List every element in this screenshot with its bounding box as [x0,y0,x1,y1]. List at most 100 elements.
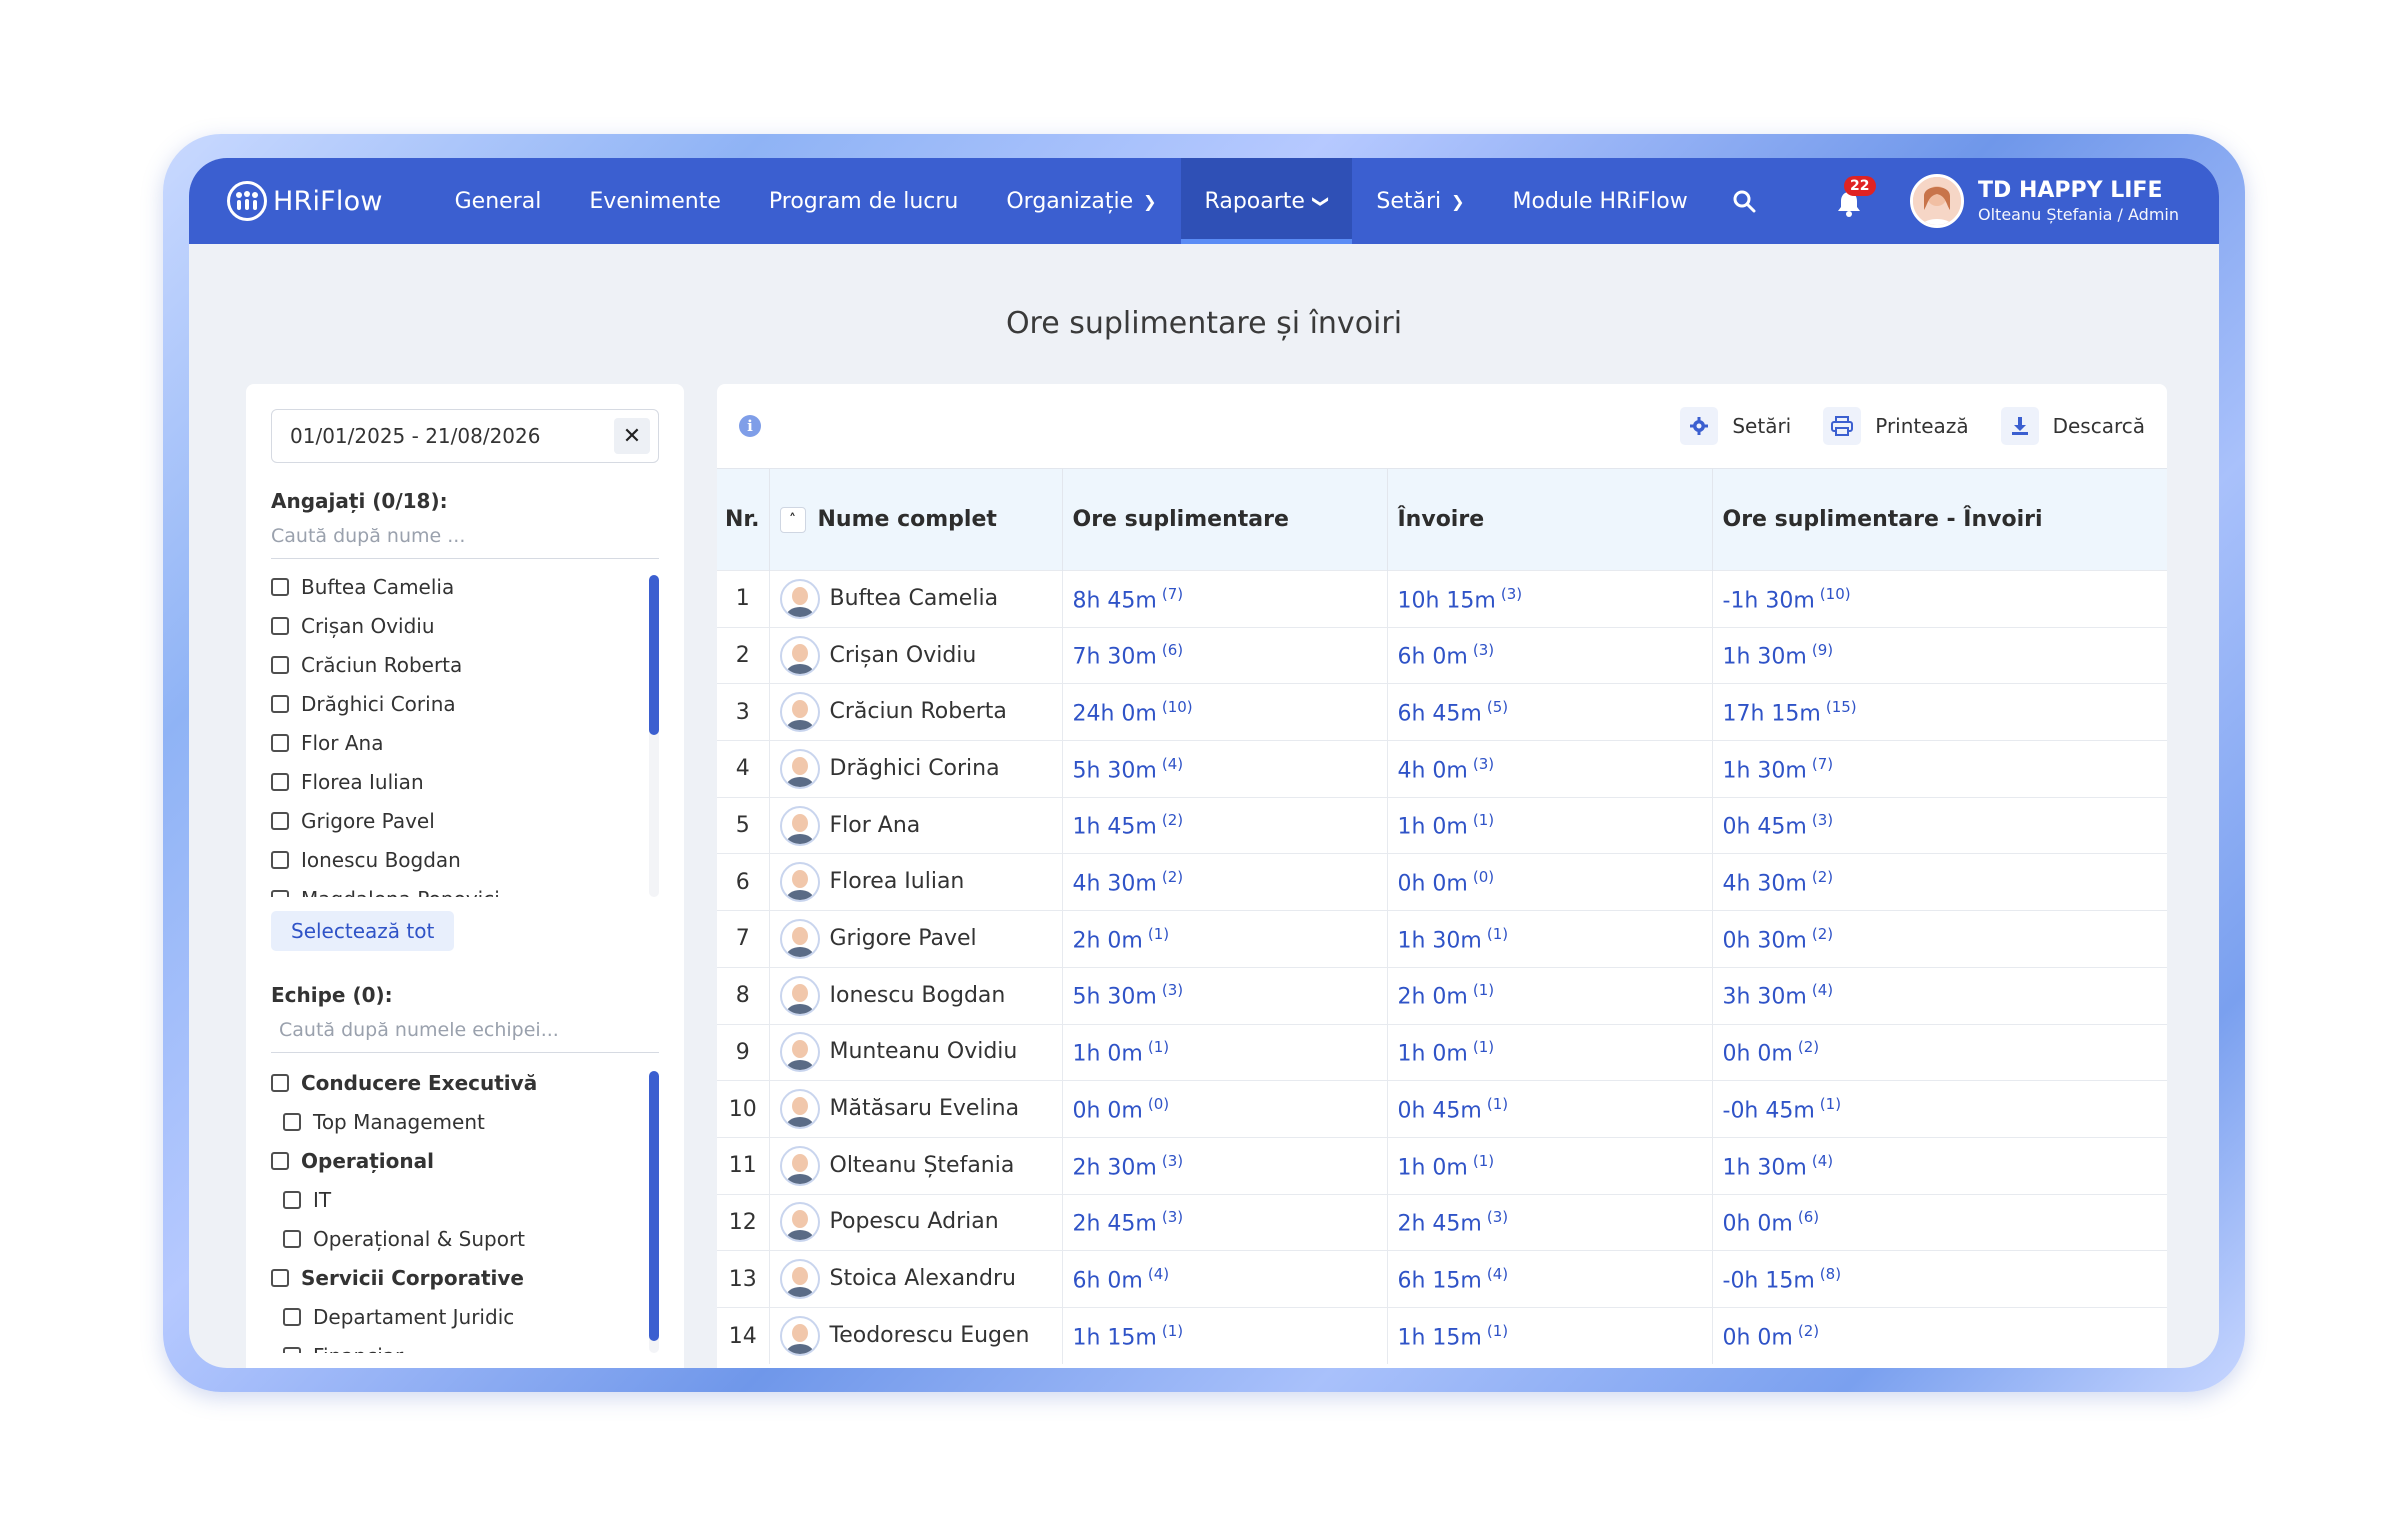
overtime-value[interactable]: 5h 30m [1073,985,1157,1010]
leave-value[interactable]: 2h 0m [1398,985,1468,1010]
table-row[interactable]: 9 Munteanu Ovidiu 1h 0m (1) 1h 0m (1) 0h 0m (2) [717,1024,2167,1081]
checkbox[interactable] [283,1190,301,1209]
print-button[interactable]: Printează [1823,407,1969,445]
employee-cell[interactable]: Mătăsaru Evelina [769,1080,1063,1138]
list-item[interactable]: Flor Ana [271,723,659,762]
difference-cell[interactable]: 17h 15m (15) [1712,684,2167,741]
difference-value[interactable]: 0h 0m [1723,1325,1793,1350]
table-row[interactable]: 13 Stoica Alexandru 6h 0m (4) 6h 15m (4) -0h 1… [717,1250,2167,1308]
nav-module-hriflow[interactable]: Module HRiFlow [1489,158,1712,244]
clear-date-button[interactable]: ✕ [614,418,650,454]
user-info[interactable]: TD HAPPY LIFE Olteanu Ștefania / Admin [1978,178,2179,224]
overtime-cell[interactable]: 24h 0m (10) [1062,683,1388,741]
employee-cell[interactable]: Florea Iulian [769,853,1063,911]
overtime-value[interactable]: 2h 0m [1073,928,1143,953]
leave-cell[interactable]: 1h 0m (1) [1387,797,1713,854]
checkbox[interactable] [271,850,289,869]
overtime-value[interactable]: 7h 30m [1073,645,1157,670]
list-item[interactable]: Operațional & Suport [271,1219,659,1258]
checkbox[interactable] [271,811,289,830]
difference-value[interactable]: 0h 0m [1723,1212,1793,1237]
nav-evenimente[interactable]: Evenimente [565,158,745,244]
scrollbar-thumb[interactable] [649,575,659,735]
difference-value[interactable]: 0h 0m [1723,1042,1793,1067]
difference-cell[interactable]: 0h 0m (2) [1712,1307,2167,1364]
checkbox[interactable] [271,655,289,674]
table-row[interactable]: 12 Popescu Adrian 2h 45m (3) 2h 45m (3) 0h 0m(… [717,1194,2167,1251]
list-item[interactable]: Conducere Executivă [271,1063,659,1102]
checkbox[interactable] [271,577,289,596]
difference-cell[interactable]: 1h 30m (7) [1712,741,2167,798]
notifications-bell-icon[interactable]: 22 [1836,176,1876,217]
difference-cell[interactable]: -0h 15m (8) [1712,1251,2167,1308]
brand[interactable]: HRiFlow [227,181,383,221]
difference-cell[interactable]: 3h 30m (4) [1712,967,2167,1024]
overtime-cell[interactable]: 4h 30m (2) [1062,853,1388,911]
difference-cell[interactable]: -1h 30m (10) [1712,571,2167,628]
table-row[interactable]: 10 Mătăsaru Evelina 0h 0m (0) 0h 45m (1) -0h 4… [717,1080,2167,1138]
difference-cell[interactable]: -0h 45m (1) [1712,1081,2167,1138]
team-search-input[interactable]: Caută după numele echipei... [271,1007,659,1053]
difference-value[interactable]: 0h 30m [1723,928,1807,953]
info-icon[interactable]: i [739,415,761,437]
list-item[interactable]: Drăghici Corina [271,684,659,723]
employee-search-input[interactable]: Caută după nume ... [271,513,659,559]
column-header-leave[interactable]: Învoire [1387,468,1713,571]
leave-cell[interactable]: 4h 0m (3) [1387,740,1713,798]
difference-cell[interactable]: 1h 30m (9) [1712,627,2167,684]
leave-value[interactable]: 1h 30m [1398,928,1482,953]
overtime-value[interactable]: 24h 0m [1073,701,1157,726]
overtime-cell[interactable]: 1h 15m (1) [1062,1307,1388,1365]
overtime-cell[interactable]: 1h 0m (1) [1062,1024,1388,1081]
leave-cell[interactable]: 6h 15m (4) [1387,1250,1713,1308]
leave-value[interactable]: 2h 45m [1398,1212,1482,1237]
leave-cell[interactable]: 6h 45m (5) [1387,683,1713,741]
checkbox[interactable] [283,1307,301,1326]
list-item[interactable]: Financiar [271,1336,659,1353]
list-item[interactable]: Grigore Pavel [271,801,659,840]
overtime-cell[interactable]: 2h 45m (3) [1062,1194,1388,1251]
table-row[interactable]: 8 Ionescu Bogdan 5h 30m (3) 2h 0m (1) 3h 30m (4… [717,967,2167,1024]
checkbox[interactable] [271,733,289,752]
overtime-cell[interactable]: 6h 0m (4) [1062,1250,1388,1308]
table-row[interactable]: 1 Buftea Camelia 8h 45m (7) 10h 15m (3) -1h 30… [717,570,2167,628]
leave-cell[interactable]: 6h 0m (3) [1387,627,1713,684]
difference-value[interactable]: -0h 15m [1723,1268,1815,1293]
overtime-value[interactable]: 4h 30m [1073,871,1157,896]
leave-cell[interactable]: 1h 30m (1) [1387,910,1713,968]
leave-value[interactable]: 6h 45m [1398,701,1482,726]
checkbox[interactable] [271,1268,289,1287]
employee-cell[interactable]: Teodorescu Eugen [769,1307,1063,1365]
overtime-value[interactable]: 8h 45m [1073,588,1157,613]
list-item[interactable]: Ionescu Bogdan [271,840,659,879]
checkbox[interactable] [271,694,289,713]
checkbox[interactable] [271,1073,289,1092]
overtime-cell[interactable]: 5h 30m (3) [1062,967,1388,1024]
difference-cell[interactable]: 0h 45m (3) [1712,797,2167,854]
difference-value[interactable]: 4h 30m [1723,871,1807,896]
overtime-value[interactable]: 2h 45m [1073,1212,1157,1237]
list-item[interactable]: Crăciun Roberta [271,645,659,684]
download-button[interactable]: Descarcă [2000,407,2145,445]
leave-value[interactable]: 1h 0m [1398,815,1468,840]
table-row[interactable]: 6 Florea Iulian 4h 30m (2) 0h 0m (0) 4h 30m (2) [717,853,2167,911]
list-item[interactable]: Departament Juridic [271,1297,659,1336]
leave-cell[interactable]: 0h 45m (1) [1387,1080,1713,1138]
employee-cell[interactable]: Crăciun Roberta [769,683,1063,741]
checkbox[interactable] [283,1229,301,1248]
employee-cell[interactable]: Drăghici Corina [769,740,1063,798]
difference-cell[interactable]: 0h 0m (2) [1712,1024,2167,1081]
employee-cell[interactable]: Flor Ana [769,797,1063,854]
leave-cell[interactable]: 1h 0m (1) [1387,1137,1713,1195]
list-item[interactable]: Operațional [271,1141,659,1180]
difference-cell[interactable]: 0h 30m (2) [1712,911,2167,968]
employee-cell[interactable]: Stoica Alexandru [769,1250,1063,1308]
search-icon[interactable] [1712,158,1776,244]
overtime-value[interactable]: 6h 0m [1073,1268,1143,1293]
difference-value[interactable]: 1h 30m [1723,645,1807,670]
table-row[interactable]: 3 Crăciun Roberta 24h 0m (10) 6h 45m (5) 17h 1… [717,683,2167,741]
overtime-value[interactable]: 1h 15m [1073,1325,1157,1350]
leave-value[interactable]: 1h 0m [1398,1155,1468,1180]
table-row[interactable]: 14 Teodorescu Eugen 1h 15m (1) 1h 15m (1) 0h 0… [717,1307,2167,1365]
employee-cell[interactable]: Popescu Adrian [769,1194,1063,1251]
